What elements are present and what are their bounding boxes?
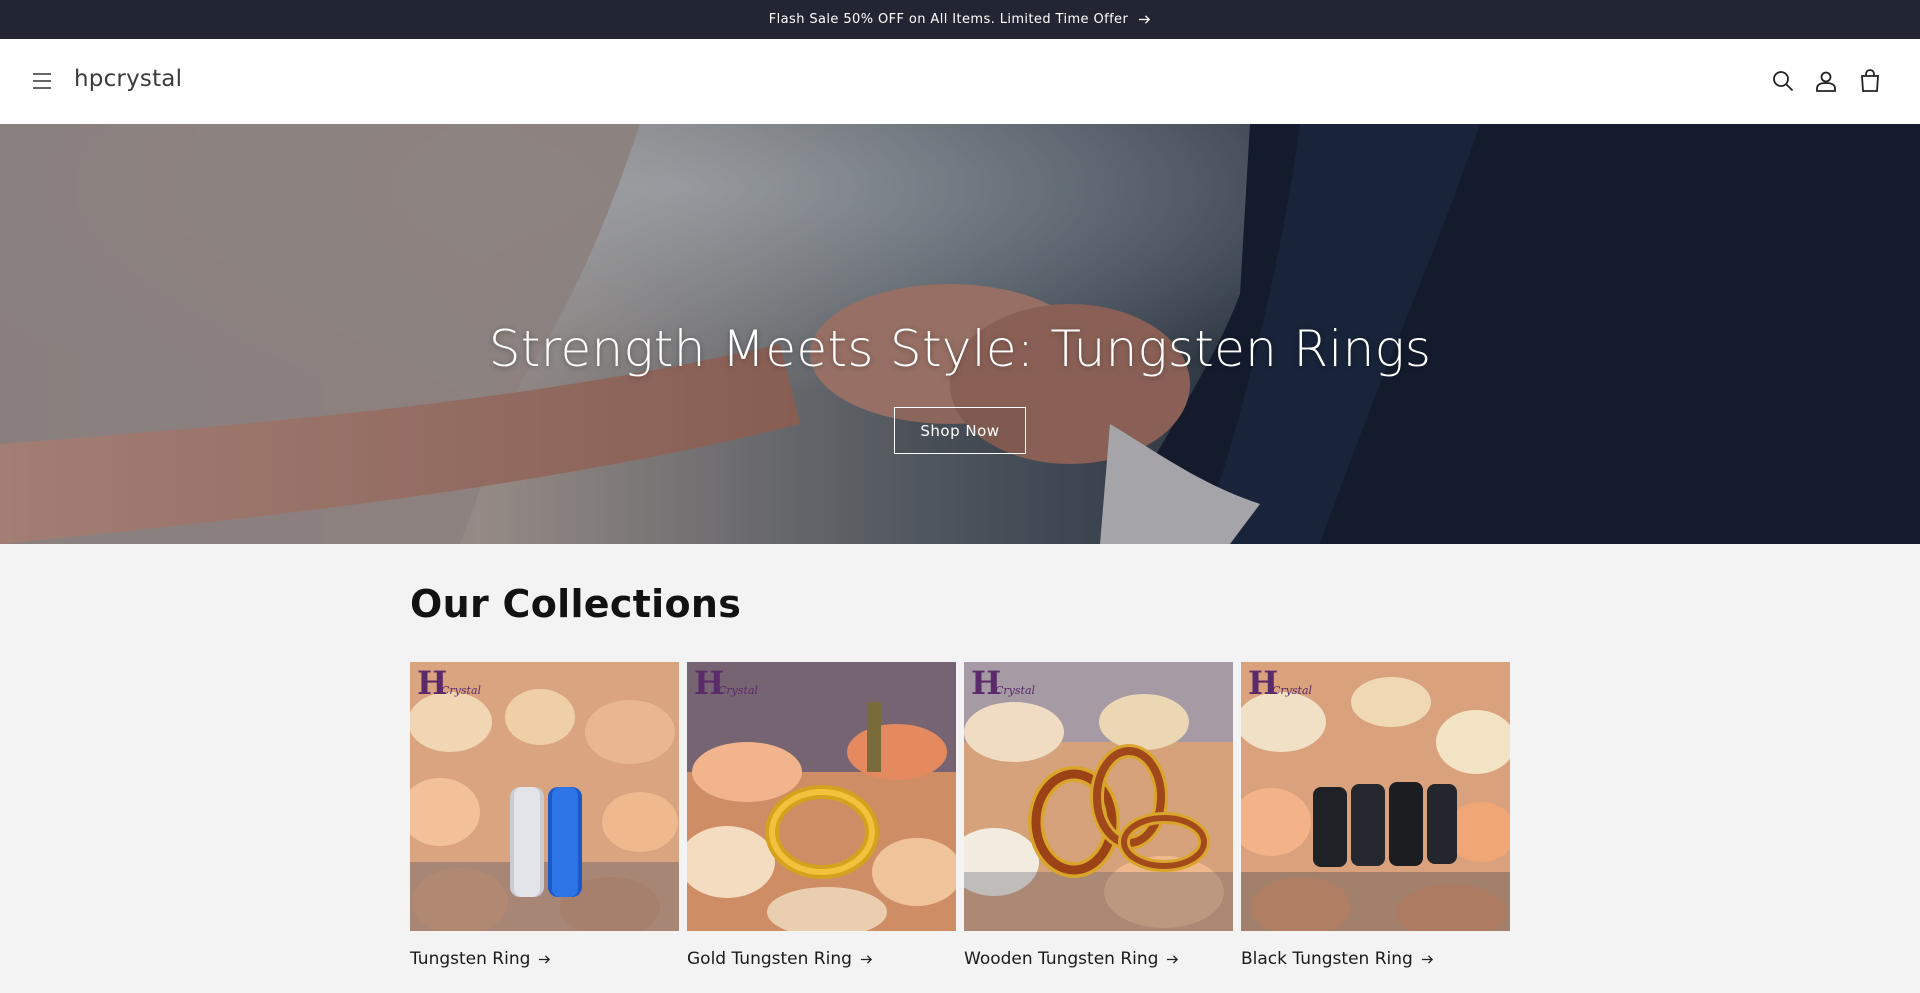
collection-card-black-tungsten-ring[interactable]: H Crystal Black Tungsten Ring <box>1241 662 1510 969</box>
collection-card-wooden-tungsten-ring[interactable]: H Crystal Wooden Tungsten Ring <box>964 662 1233 969</box>
menu-icon[interactable] <box>30 69 54 93</box>
brand-logo[interactable]: hpcrystal <box>74 66 182 92</box>
collection-image[interactable]: H Crystal <box>687 662 956 931</box>
arrow-right-icon <box>1421 954 1433 964</box>
arrow-right-icon <box>539 954 551 964</box>
announcement-bar: Flash Sale 50% OFF on All Items. Limited… <box>0 0 1920 39</box>
collection-image[interactable]: H Crystal <box>410 662 679 931</box>
collection-label: Gold Tungsten Ring <box>687 949 852 969</box>
hero-title: Strength Meets Style: Tungsten Rings <box>488 320 1432 378</box>
hpcrystal-logo: H Crystal <box>971 664 1036 702</box>
shop-now-button[interactable]: Shop Now <box>894 407 1026 454</box>
collections-title: Our Collections <box>410 582 742 626</box>
hero-banner: Strength Meets Style: Tungsten Rings Sho… <box>0 124 1920 544</box>
announcement-link[interactable]: Flash Sale 50% OFF on All Items. Limited… <box>769 12 1151 27</box>
account-icon[interactable] <box>1813 68 1839 94</box>
site-header: hpcrystal <box>0 39 1920 124</box>
hpcrystal-logo: H Crystal <box>694 664 759 702</box>
cart-icon[interactable] <box>1857 68 1883 94</box>
hpcrystal-logo: H Crystal <box>1248 664 1313 702</box>
collection-image[interactable]: H Crystal <box>964 662 1233 931</box>
collection-card-gold-tungsten-ring[interactable]: H Crystal Gold Tungsten Ring <box>687 662 956 969</box>
announcement-text: Flash Sale 50% OFF on All Items. Limited… <box>768 12 1129 27</box>
collection-card-tungsten-ring[interactable]: H Crystal Tungsten Ring <box>410 662 679 969</box>
collection-link[interactable]: Black Tungsten Ring <box>1241 949 1510 969</box>
arrow-right-icon <box>1167 954 1179 964</box>
collection-link[interactable]: Tungsten Ring <box>410 949 679 969</box>
collection-link[interactable]: Wooden Tungsten Ring <box>964 949 1233 969</box>
collection-label: Black Tungsten Ring <box>1241 949 1413 969</box>
arrow-right-icon <box>1139 15 1151 24</box>
arrow-right-icon <box>860 954 872 964</box>
collection-label: Tungsten Ring <box>410 949 531 969</box>
collection-link[interactable]: Gold Tungsten Ring <box>687 949 956 969</box>
collection-label: Wooden Tungsten Ring <box>964 949 1159 969</box>
hpcrystal-logo: H Crystal <box>417 664 482 702</box>
collection-image[interactable]: H Crystal <box>1241 662 1510 931</box>
search-icon[interactable] <box>1770 68 1796 94</box>
